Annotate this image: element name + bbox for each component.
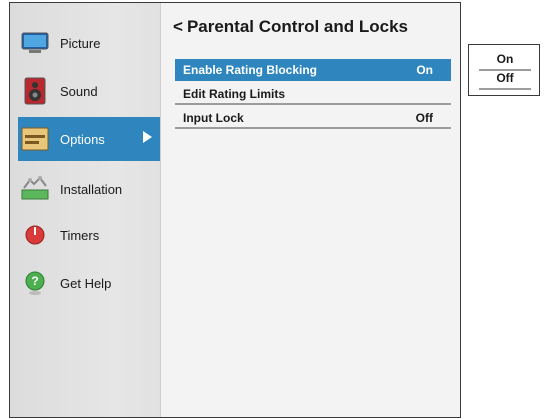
- sidebar-item-installation[interactable]: Installation: [10, 167, 160, 211]
- options-icon: [20, 124, 50, 154]
- page-title-text: Parental Control and Locks: [186, 17, 408, 36]
- option-on[interactable]: On: [479, 51, 531, 71]
- page-title: < Parental Control and Locks: [173, 17, 408, 37]
- help-icon: ?: [20, 268, 50, 298]
- svg-text:?: ?: [31, 274, 38, 288]
- sidebar-item-label: Installation: [60, 181, 123, 197]
- menu-row-label: Edit Rating Limits: [183, 87, 285, 101]
- menu-row-value: On: [416, 63, 433, 77]
- sidebar-item-label: Picture: [60, 35, 101, 51]
- menu-row-value: Off: [415, 111, 433, 125]
- chevron-right-icon: [143, 131, 152, 143]
- sidebar-item-picture[interactable]: Picture: [10, 21, 160, 65]
- monitor-icon: [20, 28, 50, 58]
- sidebar-item-options[interactable]: Options: [18, 117, 160, 161]
- sidebar-item-sound[interactable]: Sound: [10, 69, 160, 113]
- main-content: < Parental Control and Locks Enable Ratin…: [161, 3, 460, 417]
- menu-row-edit-rating-limits[interactable]: Edit Rating Limits: [175, 83, 451, 105]
- option-off[interactable]: Off: [479, 70, 531, 90]
- sidebar-item-label: Sound: [60, 83, 98, 99]
- sidebar: Picture Sound Options Installation Timer…: [10, 3, 161, 417]
- sidebar-item-label: Options: [60, 131, 105, 147]
- installation-icon: [20, 174, 50, 204]
- sidebar-item-get-help[interactable]: ? Get Help: [10, 261, 160, 305]
- sidebar-item-label: Timers: [60, 227, 100, 243]
- back-icon[interactable]: <: [173, 17, 183, 37]
- menu-row-enable-rating-blocking[interactable]: Enable Rating Blocking On: [175, 59, 451, 81]
- sidebar-item-timers[interactable]: Timers: [10, 213, 160, 257]
- options-popup: On Off: [468, 44, 540, 96]
- tv-menu-window: Picture Sound Options Installation Timer…: [9, 2, 461, 418]
- menu-row-label: Enable Rating Blocking: [183, 63, 318, 77]
- menu-row-input-lock[interactable]: Input Lock Off: [175, 107, 451, 129]
- timer-icon: [20, 220, 50, 250]
- speaker-icon: [20, 76, 50, 106]
- menu-row-label: Input Lock: [183, 111, 244, 125]
- sidebar-item-label: Get Help: [60, 275, 112, 291]
